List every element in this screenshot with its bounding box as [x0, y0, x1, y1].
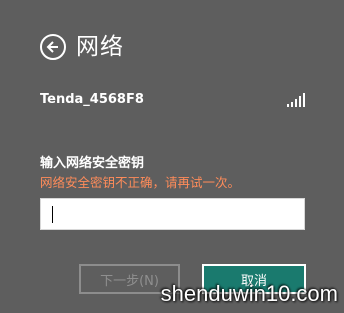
- wifi-signal-bars-icon: [287, 92, 305, 107]
- network-item[interactable]: Tenda_4568F8: [40, 92, 305, 107]
- back-button[interactable]: [40, 34, 66, 60]
- security-key-label: 输入网络安全密钥: [40, 156, 145, 171]
- network-flyout: 网络 Tenda_4568F8 输入网络安全密钥 网络安全密钥不正确，请再试一次…: [0, 0, 344, 313]
- security-key-error: 网络安全密钥不正确，请再试一次。: [40, 175, 241, 190]
- text-caret: [52, 206, 53, 223]
- watermark: shenduwin10.com: [160, 281, 338, 306]
- page-title: 网络: [76, 34, 124, 60]
- arrow-left-icon: [46, 41, 58, 53]
- network-ssid: Tenda_4568F8: [40, 92, 144, 107]
- security-key-field[interactable]: [40, 198, 305, 230]
- security-key-input[interactable]: [41, 199, 304, 229]
- header: 网络: [40, 33, 124, 61]
